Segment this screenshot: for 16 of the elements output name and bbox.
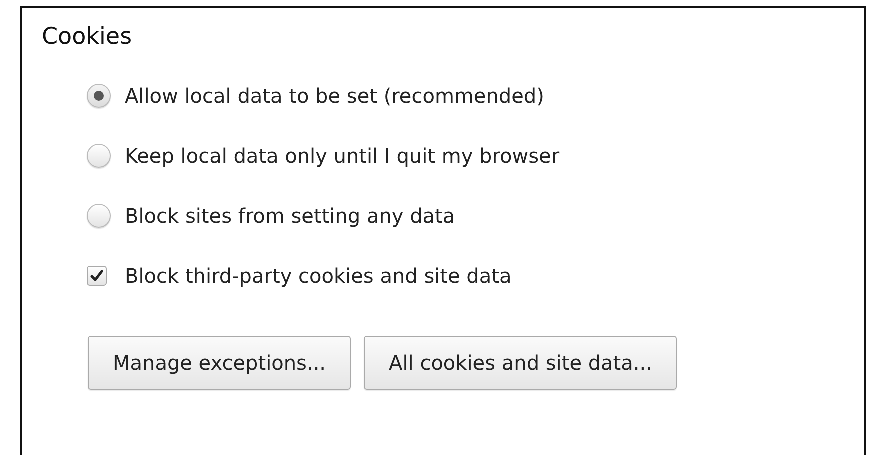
radio-button[interactable]	[87, 84, 111, 108]
option-label: Keep local data only until I quit my browser	[125, 144, 560, 168]
option-label: Block third-party cookies and site data	[125, 264, 512, 288]
radio-button[interactable]	[87, 204, 111, 228]
radio-option[interactable]: Keep local data only until I quit my browser	[42, 126, 864, 186]
radio-button[interactable]	[87, 144, 111, 168]
radio-option[interactable]: Allow local data to be set (recommended)	[42, 66, 864, 126]
checkbox[interactable]	[87, 266, 107, 286]
option-label: Allow local data to be set (recommended)	[125, 84, 544, 108]
action-button[interactable]: Manage exceptions...	[88, 336, 352, 390]
section-title: Cookies	[42, 24, 134, 50]
checkmark-icon	[89, 268, 105, 284]
action-button[interactable]: All cookies and site data...	[364, 336, 678, 390]
checkbox-option[interactable]: Block third-party cookies and site data	[42, 246, 864, 306]
option-label: Block sites from setting any data	[125, 204, 456, 228]
radio-option[interactable]: Block sites from setting any data	[42, 186, 864, 246]
